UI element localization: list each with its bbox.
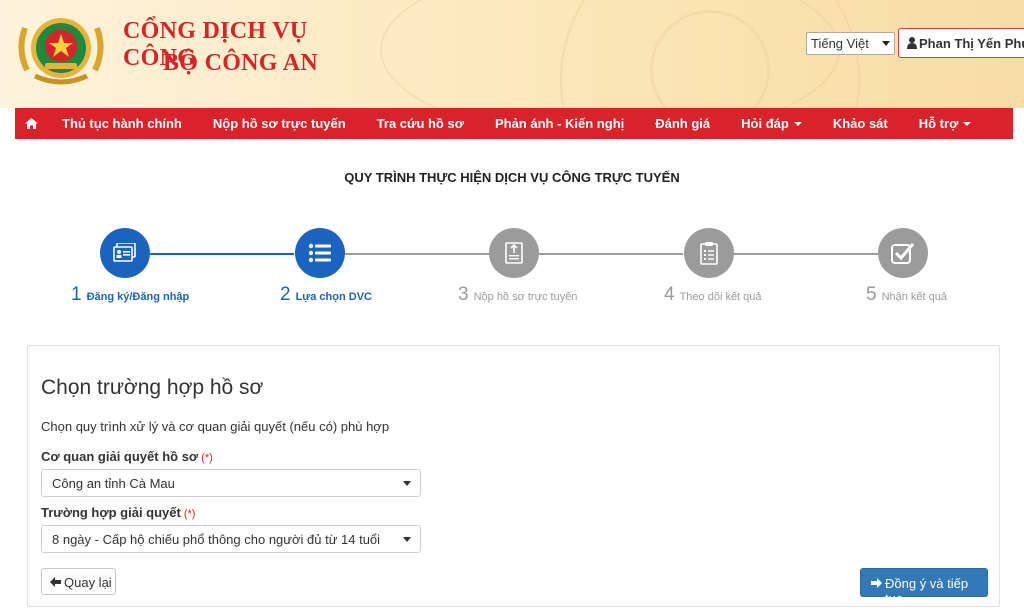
nav-item-label: Hỗ trợ bbox=[918, 116, 959, 131]
nav-item-label: Tra cứu hồ sơ bbox=[376, 116, 464, 131]
required-mark: (*) bbox=[183, 508, 196, 520]
step-connector bbox=[539, 253, 683, 255]
step-3-circle bbox=[489, 228, 539, 278]
agency-label: Cơ quan giải quyết hồ sơ (*) bbox=[41, 449, 213, 464]
nav-item-ho-tro[interactable]: Hỗ trợ bbox=[919, 116, 972, 131]
language-select-value: Tiếng Việt bbox=[811, 36, 869, 51]
caret-down-icon bbox=[963, 121, 972, 126]
case-label: Trường hợp giải quyết (*) bbox=[41, 505, 195, 520]
nav-item-thu-tuc[interactable]: Thủ tục hành chính bbox=[62, 116, 182, 131]
id-card-icon bbox=[113, 243, 136, 262]
checkbox-icon bbox=[891, 243, 915, 264]
step-2-circle bbox=[295, 228, 345, 278]
user-account-button[interactable]: Phan Thị Yến Phư bbox=[898, 28, 1024, 58]
nav-item-hoi-dap[interactable]: Hỏi đáp bbox=[741, 116, 802, 131]
step-3-label: 3 Nộp hồ sơ trực tuyến bbox=[458, 284, 577, 306]
user-name: Phan Thị Yến Phư bbox=[919, 36, 1024, 51]
step-text: Nhận kết quả bbox=[881, 291, 948, 303]
site-header: CỔNG DỊCH VỤ CÔNG BỘ CÔNG AN Tiếng Việt … bbox=[0, 0, 1024, 108]
user-icon bbox=[907, 37, 917, 49]
document-upload-icon bbox=[505, 242, 523, 264]
case-label-text: Trường hợp giải quyết bbox=[41, 505, 181, 520]
step-2-label: 2 Lựa chọn DVC bbox=[280, 284, 372, 306]
nav-item-label: Khảo sát bbox=[832, 116, 888, 131]
required-mark: (*) bbox=[201, 452, 213, 464]
step-number: 5 bbox=[866, 284, 877, 305]
nav-item-nop-ho-so[interactable]: Nộp hồ sơ trực tuyến bbox=[213, 116, 346, 131]
home-icon bbox=[24, 118, 38, 129]
nav-item-label: Hỏi đáp bbox=[741, 116, 789, 131]
clipboard-icon bbox=[700, 242, 718, 265]
nav-item-danh-gia[interactable]: Đánh giá bbox=[655, 116, 710, 131]
site-title-line2: BỘ CÔNG AN bbox=[163, 50, 319, 76]
step-text: Theo dõi kết quả bbox=[679, 291, 762, 303]
police-emblem-logo[interactable] bbox=[15, 10, 107, 86]
panel-title: Chọn trường hợp hồ sơ bbox=[41, 376, 264, 399]
step-text: Lựa chọn DVC bbox=[295, 291, 372, 303]
nav-item-label: Phản ánh - Kiến nghị bbox=[494, 116, 625, 131]
nav-item-khao-sat[interactable]: Khảo sát bbox=[833, 116, 888, 131]
arrow-left-icon bbox=[50, 577, 61, 587]
back-button-label: Quay lại bbox=[64, 575, 112, 590]
step-4-circle bbox=[684, 228, 734, 278]
nav-item-tra-cuu[interactable]: Tra cứu hồ sơ bbox=[377, 116, 464, 131]
case-select-value: 8 ngày - Cấp hộ chiếu phổ thông cho ngườ… bbox=[52, 532, 381, 547]
step-number: 2 bbox=[280, 284, 291, 305]
agency-select-value: Công an tỉnh Cà Mau bbox=[52, 476, 175, 491]
nav-item-label: Thủ tục hành chính bbox=[62, 116, 182, 131]
agree-continue-button[interactable]: Đồng ý và tiếp tục bbox=[860, 568, 988, 606]
main-nav: Thủ tục hành chính Nộp hồ sơ trực tuyến … bbox=[15, 108, 1013, 139]
panel-description: Chọn quy trình xử lý và cơ quan giải quy… bbox=[41, 419, 390, 434]
chevron-down-icon bbox=[403, 537, 411, 542]
list-icon bbox=[308, 243, 331, 263]
case-select[interactable]: 8 ngày - Cấp hộ chiếu phổ thông cho ngườ… bbox=[41, 525, 421, 553]
nav-item-label: Nộp hồ sơ trực tuyến bbox=[212, 116, 346, 131]
step-number: 4 bbox=[664, 284, 675, 305]
nav-item-label: Đánh giá bbox=[655, 116, 711, 131]
process-steps: 1 Đăng ký/Đăng nhập 2 Lựa chọn DVC 3 Nộp… bbox=[0, 225, 1024, 305]
back-button[interactable]: Quay lại bbox=[41, 568, 116, 595]
step-number: 1 bbox=[71, 284, 82, 305]
process-title: QUY TRÌNH THỰC HIỆN DỊCH VỤ CÔNG TRỰC TU… bbox=[344, 170, 680, 185]
nav-item-phan-anh[interactable]: Phản ánh - Kiến nghị bbox=[495, 116, 624, 131]
step-text: Nộp hồ sơ trực tuyến bbox=[473, 291, 578, 303]
step-text: Đăng ký/Đăng nhập bbox=[86, 291, 190, 303]
chevron-down-icon bbox=[882, 41, 890, 46]
language-select[interactable]: Tiếng Việt bbox=[806, 32, 895, 55]
step-number: 3 bbox=[458, 284, 469, 305]
agree-continue-label: Đồng ý và tiếp tục bbox=[885, 576, 969, 606]
step-1-circle bbox=[100, 228, 150, 278]
chevron-down-icon bbox=[403, 481, 411, 486]
step-5-circle bbox=[878, 228, 928, 278]
step-5-label: 5 Nhận kết quả bbox=[866, 284, 947, 306]
arrow-right-icon bbox=[871, 578, 882, 588]
step-connector bbox=[734, 253, 878, 255]
agency-select[interactable]: Công an tỉnh Cà Mau bbox=[41, 469, 421, 497]
step-4-label: 4 Theo dõi kết quả bbox=[664, 284, 762, 306]
nav-home[interactable] bbox=[15, 108, 47, 139]
step-connector bbox=[345, 253, 489, 255]
agency-label-text: Cơ quan giải quyết hồ sơ bbox=[41, 449, 199, 464]
caret-down-icon bbox=[793, 121, 802, 126]
step-connector bbox=[150, 253, 294, 255]
case-selection-panel: Chọn trường hợp hồ sơ Chọn quy trình xử … bbox=[27, 345, 1000, 607]
step-1-label: 1 Đăng ký/Đăng nhập bbox=[71, 284, 189, 306]
